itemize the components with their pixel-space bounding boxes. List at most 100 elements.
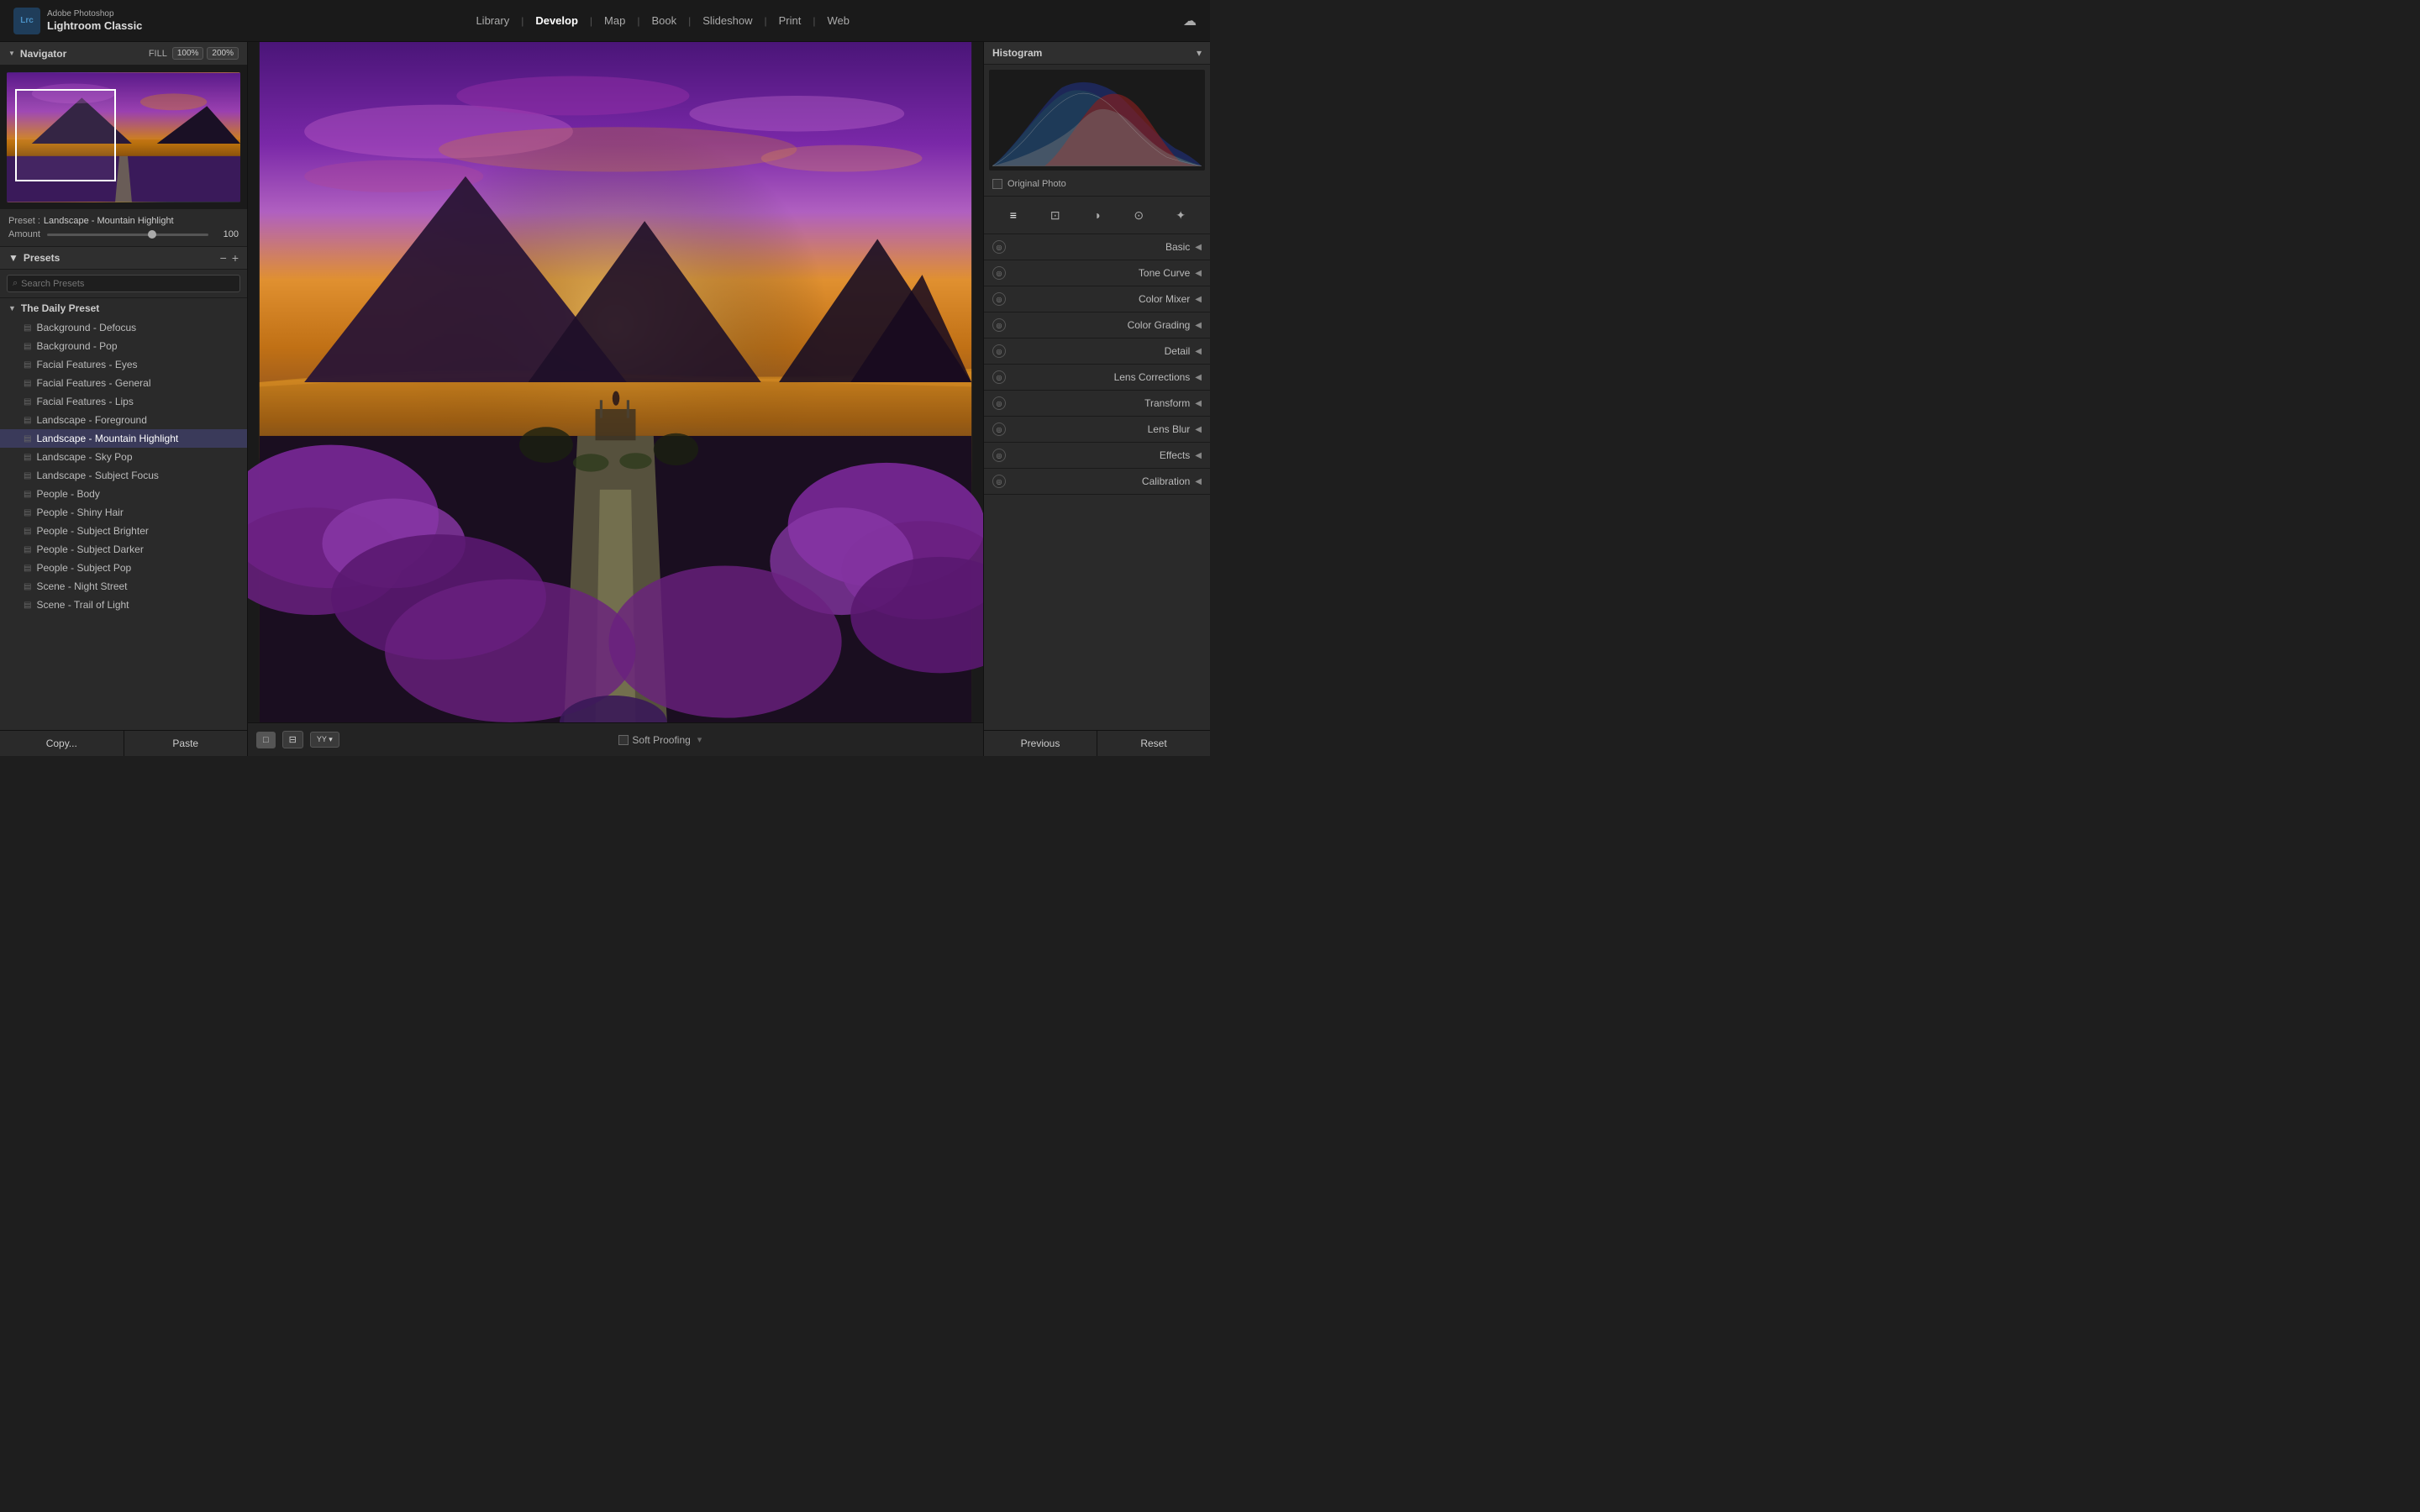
view-compare-btn[interactable]: ⊟ — [282, 731, 303, 748]
main-layout: ▼ Navigator FILL 100% 200% — [0, 42, 1210, 756]
red-eye-btn[interactable]: ⊙ — [1127, 203, 1150, 227]
preset-item[interactable]: ▤ Scene - Night Street — [0, 577, 247, 596]
reset-button[interactable]: Reset — [1097, 731, 1210, 756]
copy-button[interactable]: Copy... — [0, 731, 124, 756]
zoom-200-btn[interactable]: 200% — [207, 47, 239, 60]
preset-item[interactable]: ▤ Facial Features - Lips — [0, 392, 247, 411]
section-arrow-lens-blur: ◀ — [1195, 425, 1202, 434]
right-sections: ◎ Basic ◀ ◎ Tone Curve ◀ ◎ Color Mixer ◀… — [984, 234, 1210, 730]
section-eye-lens-corrections[interactable]: ◎ — [992, 370, 1006, 384]
crop-icon: ⊡ — [1050, 208, 1060, 223]
preset-item[interactable]: ▤ People - Shiny Hair — [0, 503, 247, 522]
preset-item-icon: ▤ — [24, 471, 31, 480]
preset-item-label: Facial Features - General — [36, 377, 150, 389]
search-input[interactable] — [21, 279, 234, 289]
section-basic[interactable]: ◎ Basic ◀ — [984, 234, 1210, 260]
nav-print[interactable]: Print — [771, 11, 810, 30]
app-logo: Lrc Adobe Photoshop Lightroom Classic — [13, 8, 142, 34]
right-panel: Histogram ▾ Original Photo — [983, 42, 1210, 756]
preset-info: Preset : Landscape - Mountain Highlight … — [0, 209, 247, 247]
section-tone-curve[interactable]: ◎ Tone Curve ◀ — [984, 260, 1210, 286]
section-eye-basic[interactable]: ◎ — [992, 240, 1006, 254]
section-eye-color-grading[interactable]: ◎ — [992, 318, 1006, 332]
preset-group-daily[interactable]: ▼ The Daily Preset — [0, 298, 247, 318]
preset-item[interactable]: ▤ People - Subject Brighter — [0, 522, 247, 540]
preset-item[interactable]: ▤ People - Subject Pop — [0, 559, 247, 577]
nav-develop[interactable]: Develop — [527, 11, 587, 30]
section-lens-corrections[interactable]: ◎ Lens Corrections ◀ — [984, 365, 1210, 391]
basic-adjustments-btn[interactable]: ≡ — [1002, 203, 1025, 227]
nav-viewport-box[interactable] — [15, 89, 116, 181]
preset-item[interactable]: ▤ Scene - Trail of Light — [0, 596, 247, 614]
amount-thumb[interactable] — [148, 230, 156, 239]
nav-library[interactable]: Library — [467, 11, 518, 30]
preset-item[interactable]: ▤ People - Subject Darker — [0, 540, 247, 559]
preset-item[interactable]: ▤ People - Body — [0, 485, 247, 503]
section-eye-calibration[interactable]: ◎ — [992, 475, 1006, 488]
preset-item[interactable]: ▤ Facial Features - Eyes — [0, 355, 247, 374]
preset-item-icon: ▤ — [24, 342, 31, 351]
paste-button[interactable]: Paste — [124, 731, 248, 756]
amount-slider[interactable] — [47, 234, 208, 236]
section-arrow-basic: ◀ — [1195, 243, 1202, 252]
basic-adjustments-icon: ≡ — [1010, 208, 1017, 222]
search-icon: ⌕ — [13, 278, 18, 289]
cloud-sync-icon[interactable]: ☁ — [1183, 13, 1197, 29]
presets-collapse-icon[interactable]: ▼ — [8, 252, 18, 264]
settings-icon: ✦ — [1176, 208, 1186, 223]
section-color-mixer[interactable]: ◎ Color Mixer ◀ — [984, 286, 1210, 312]
nav-web[interactable]: Web — [818, 11, 858, 30]
left-bottom-buttons: Copy... Paste — [0, 730, 247, 756]
previous-button[interactable]: Previous — [984, 731, 1097, 756]
presets-list: ▼ The Daily Preset ▤ Background - Defocu… — [0, 298, 247, 730]
histogram-collapse-icon[interactable]: ▾ — [1197, 47, 1202, 59]
presets-minus-btn[interactable]: − — [220, 252, 227, 264]
nav-map[interactable]: Map — [596, 11, 634, 30]
section-detail[interactable]: ◎ Detail ◀ — [984, 339, 1210, 365]
preset-item-label: Facial Features - Lips — [36, 396, 133, 407]
preset-search: ⌕ — [0, 270, 247, 298]
photo-area[interactable] — [248, 42, 983, 722]
nav-thumbnail[interactable] — [7, 72, 240, 202]
nav-book[interactable]: Book — [643, 11, 685, 30]
view-single-btn[interactable]: □ — [256, 732, 276, 748]
preset-item[interactable]: ▤ Facial Features - General — [0, 374, 247, 392]
section-eye-effects[interactable]: ◎ — [992, 449, 1006, 462]
section-eye-transform[interactable]: ◎ — [992, 396, 1006, 410]
soft-proofing-arrow[interactable]: ▾ — [697, 734, 702, 745]
logo-text: Lrc — [20, 16, 34, 25]
presets-plus-btn[interactable]: + — [232, 252, 239, 264]
settings-btn[interactable]: ✦ — [1169, 203, 1192, 227]
soft-proofing-checkbox[interactable] — [618, 735, 629, 745]
preset-item-icon: ▤ — [24, 453, 31, 462]
section-lens-blur[interactable]: ◎ Lens Blur ◀ — [984, 417, 1210, 443]
section-name-calibration: Calibration — [1013, 475, 1190, 487]
preset-item[interactable]: ▤ Landscape - Sky Pop — [0, 448, 247, 466]
crop-overlay-btn[interactable]: ⊡ — [1044, 203, 1067, 227]
original-photo-checkbox[interactable] — [992, 179, 1002, 189]
section-eye-tone-curve[interactable]: ◎ — [992, 266, 1006, 280]
section-eye-detail[interactable]: ◎ — [992, 344, 1006, 358]
logo-badge: Lrc — [13, 8, 40, 34]
section-eye-color-mixer[interactable]: ◎ — [992, 292, 1006, 306]
navigator-collapse-icon[interactable]: ▼ — [8, 50, 15, 57]
section-arrow-effects: ◀ — [1195, 451, 1202, 460]
nav-slideshow[interactable]: Slideshow — [694, 11, 760, 30]
preset-item[interactable]: ▤ Landscape - Mountain Highlight — [0, 429, 247, 448]
section-effects[interactable]: ◎ Effects ◀ — [984, 443, 1210, 469]
masking-btn[interactable]: ◑ — [1085, 203, 1108, 227]
preset-item-icon: ▤ — [24, 564, 31, 573]
section-name-color-mixer: Color Mixer — [1013, 293, 1190, 305]
preset-item[interactable]: ▤ Landscape - Foreground — [0, 411, 247, 429]
preset-item-icon: ▤ — [24, 508, 31, 517]
preset-item[interactable]: ▤ Background - Defocus — [0, 318, 247, 337]
view-dropdown-btn[interactable]: YY ▾ — [310, 732, 339, 748]
section-color-grading[interactable]: ◎ Color Grading ◀ — [984, 312, 1210, 339]
section-eye-lens-blur[interactable]: ◎ — [992, 423, 1006, 436]
preset-item[interactable]: ▤ Landscape - Subject Focus — [0, 466, 247, 485]
zoom-100-btn[interactable]: 100% — [172, 47, 204, 60]
section-calibration[interactable]: ◎ Calibration ◀ — [984, 469, 1210, 495]
preset-item-icon: ▤ — [24, 490, 31, 499]
preset-item[interactable]: ▤ Background - Pop — [0, 337, 247, 355]
section-transform[interactable]: ◎ Transform ◀ — [984, 391, 1210, 417]
